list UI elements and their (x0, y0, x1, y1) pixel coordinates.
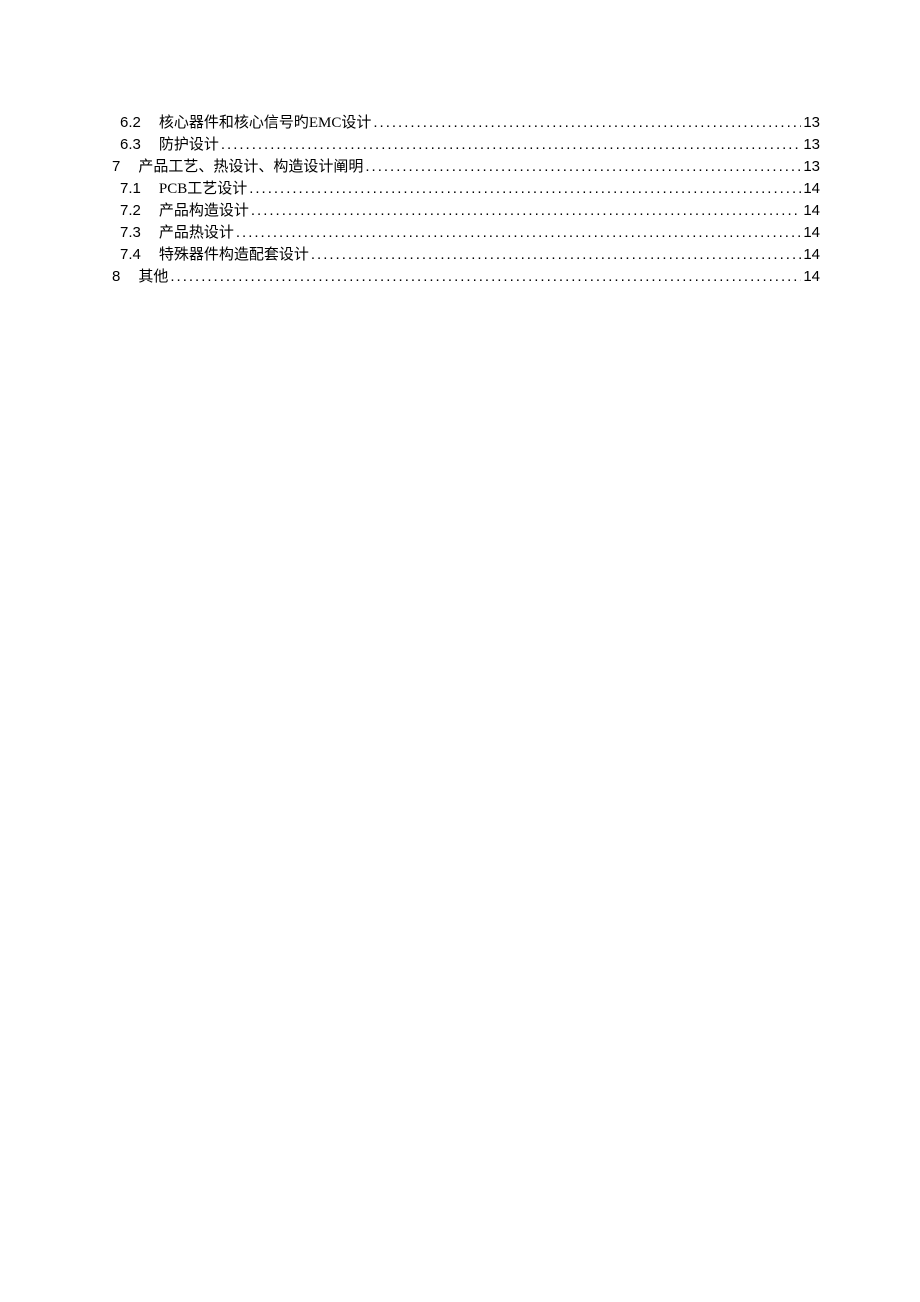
toc-leader (236, 222, 801, 244)
toc-number: 7.2 (120, 200, 141, 222)
toc-number: 7 (112, 156, 120, 178)
toc-page: 14 (803, 178, 820, 200)
toc-title: 其他 (138, 266, 168, 288)
toc-leader (251, 200, 801, 222)
toc-number: 6.2 (120, 112, 141, 134)
toc-title: 特殊器件构造配套设计 (159, 244, 309, 266)
toc-title: 产品工艺、热设计、构造设计阐明 (138, 156, 363, 178)
toc-number: 7.1 (120, 178, 141, 200)
toc-number: 7.4 (120, 244, 141, 266)
toc-title: 防护设计 (159, 134, 219, 156)
toc-entry: 6.3 防护设计 13 (112, 134, 820, 156)
toc-title: 产品构造设计 (159, 200, 249, 222)
toc-number: 6.3 (120, 134, 141, 156)
toc-leader (311, 244, 801, 266)
toc-page: 14 (803, 244, 820, 266)
toc-leader (170, 266, 801, 288)
toc-leader (365, 156, 801, 178)
toc-page: 14 (803, 266, 820, 288)
toc-number: 7.3 (120, 222, 141, 244)
toc-container: 6.2 核心器件和核心信号旳EMC设计 13 6.3 防护设计 13 7 产品工… (112, 112, 820, 288)
toc-entry: 7.4 特殊器件构造配套设计 14 (112, 244, 820, 266)
toc-entry: 8 其他 14 (112, 266, 820, 288)
toc-page: 13 (803, 156, 820, 178)
toc-number: 8 (112, 266, 120, 288)
toc-page: 14 (803, 222, 820, 244)
toc-page: 14 (803, 200, 820, 222)
toc-title: 核心器件和核心信号旳EMC设计 (159, 112, 372, 134)
toc-entry: 7.3 产品热设计 14 (112, 222, 820, 244)
toc-entry: 7 产品工艺、热设计、构造设计阐明 13 (112, 156, 820, 178)
toc-title: PCB工艺设计 (159, 178, 247, 200)
toc-title: 产品热设计 (159, 222, 234, 244)
toc-leader (373, 112, 801, 134)
toc-entry: 7.2 产品构造设计 14 (112, 200, 820, 222)
toc-leader (221, 134, 801, 156)
toc-page: 13 (803, 112, 820, 134)
toc-leader (249, 178, 801, 200)
toc-entry: 7.1 PCB工艺设计 14 (112, 178, 820, 200)
toc-page: 13 (803, 134, 820, 156)
toc-entry: 6.2 核心器件和核心信号旳EMC设计 13 (112, 112, 820, 134)
